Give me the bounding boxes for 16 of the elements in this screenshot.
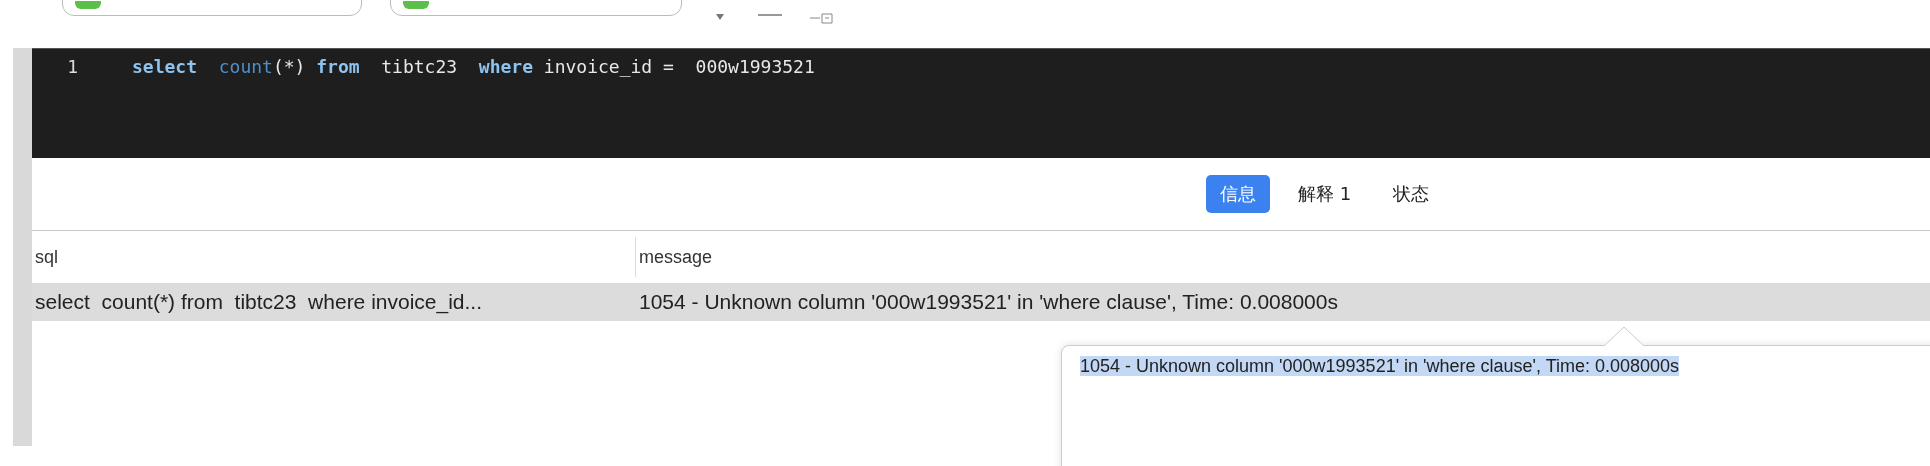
status-icon: [75, 1, 101, 9]
message-text[interactable]: 1054 - Unknown column '000w1993521' in 'where clause', Time: 0.008000s: [1080, 356, 1680, 376]
code-editor[interactable]: 1 select count(*) from tibtc23 where invoice_id = 000w1993521: [32, 48, 1930, 158]
window-icon[interactable]: [810, 12, 834, 24]
table-cell-text: select count(*) from tibtc23 where invoice_id...: [34, 290, 484, 314]
scrollbar[interactable]: [13, 48, 32, 446]
tab[interactable]: 解释 1: [1284, 175, 1366, 213]
table-row[interactable]: select count(*) from tibtc23 where invoice_id... 1054 - Unknown column '000w1993521' in 'where clause', Time: 0.008000s: [32, 283, 1930, 321]
column-header[interactable]: message: [635, 237, 713, 277]
line-number: 1: [66, 55, 78, 77]
table-cell-text: 1054 - Unknown column '000w1993521' in 'where clause', Time: 0.008000s: [638, 290, 1338, 314]
status-icon: [403, 1, 429, 9]
column-header[interactable]: sql: [32, 246, 635, 268]
code-line: select count(*) from tibtc23 where invoice_id = 000w1993521: [132, 55, 815, 77]
tab[interactable]: 信息: [1206, 175, 1270, 213]
tab[interactable]: 状态: [1379, 175, 1444, 213]
